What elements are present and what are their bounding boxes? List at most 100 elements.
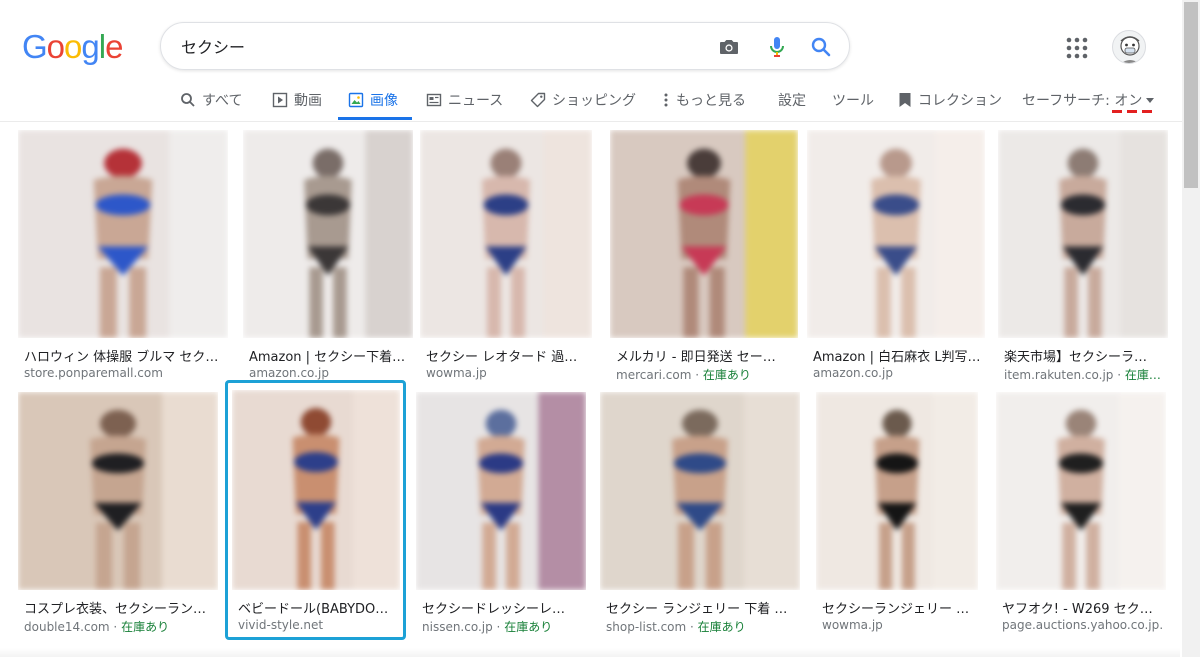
source-domain: mercari.com · [616,368,703,382]
result-source: amazon.co.jp [813,366,983,380]
source-domain: amazon.co.jp [249,366,329,380]
result-title[interactable]: メルカリ - 即日発送 セー… [616,346,796,365]
result-title[interactable]: コスプレ衣装、セクシーラン… [24,598,216,617]
result-source: store.ponparemall.com [24,366,226,380]
in-stock-badge: 在庫あり [697,620,746,634]
result-source: double14.com · 在庫あり [24,618,216,635]
in-stock-badge: 在庫あり [504,620,553,634]
logo-letter: g [81,28,99,65]
header-divider [0,121,1182,122]
image-result[interactable]: ハロウィン 体操服 ブルマ セク… store.ponparemall.com [18,130,228,386]
result-source: nissen.co.jp · 在庫あり [422,618,584,635]
result-source: mercari.com · 在庫あり [616,366,796,383]
scrollbar-thumb[interactable] [1184,2,1198,188]
tab-images[interactable]: 画像 [348,88,398,112]
source-domain: shop-list.com · [606,620,698,634]
safesearch-toggle[interactable]: セーフサーチ: オン [1022,88,1161,112]
search-box[interactable] [160,22,850,70]
source-domain: item.rakuten.co.jp · [1004,368,1125,382]
image-result[interactable]: セクシー ランジェリー 下着 … shop-list.com · 在庫あり [600,392,800,638]
image-icon [348,92,364,108]
account-avatar[interactable] [1112,30,1146,64]
camera-icon[interactable] [717,35,741,59]
result-thumbnail[interactable] [243,130,413,338]
search-icon [181,93,195,107]
tab-news[interactable]: ニュース [426,88,503,112]
tab-videos[interactable]: 動画 [272,88,322,112]
image-result[interactable]: コスプレ衣装、セクシーラン… double14.com · 在庫あり [18,392,218,638]
tab-label: もっと見る [676,93,746,109]
image-result[interactable]: Amazon | セクシー下着… amazon.co.jp [243,130,413,386]
result-source: wowma.jp [426,366,590,380]
result-title[interactable]: Amazon | 白石麻衣 L判写… [813,346,983,365]
logo-letter: o [64,28,82,65]
tab-tools[interactable]: ツール [832,88,874,112]
dropdown-arrow-icon [1146,98,1155,103]
logo-letter: e [105,28,123,65]
microphone-icon[interactable] [765,35,789,59]
result-thumbnail[interactable] [18,392,218,590]
result-thumbnail[interactable] [998,130,1168,338]
result-title[interactable]: 楽天市場】セクシーラ… [1004,346,1166,365]
logo-letter: G [22,28,48,65]
result-thumbnail[interactable] [610,130,798,338]
result-source: amazon.co.jp [249,366,411,380]
source-domain: amazon.co.jp [813,366,893,380]
tab-label: ニュース [448,93,504,109]
result-title[interactable]: ヤフオク! - W269 セクシ… [1002,598,1164,617]
search-input[interactable] [181,33,701,59]
result-thumbnail[interactable] [816,392,978,590]
tab-label: 動画 [294,93,322,109]
result-source: wowma.jp [822,618,976,632]
source-domain: nissen.co.jp · [422,620,505,634]
tab-label: 画像 [370,93,398,109]
highlight-frame [225,380,406,640]
image-result[interactable]: セクシードレッシーレ… nissen.co.jp · 在庫あり [416,392,586,638]
safesearch-label: セーフサーチ: オン [1022,93,1143,109]
tab-label: コレクション [918,93,1002,109]
tab-label: すべて [202,93,243,109]
result-thumbnail[interactable] [600,392,800,590]
source-domain: store.ponparemall.com [24,366,163,380]
tab-collections[interactable]: コレクション [898,88,1002,112]
tab-label: ツール [832,93,874,109]
image-result[interactable]: セクシー レオタード 過… wowma.jp [420,130,592,386]
result-thumbnail[interactable] [807,130,985,338]
google-logo[interactable]: Google [22,28,123,66]
tab-shopping[interactable]: ショッピング [530,88,636,112]
image-result[interactable]: 楽天市場】セクシーラ… item.rakuten.co.jp · 在庫… [998,130,1168,386]
result-title[interactable]: セクシー ランジェリー 下着 … [606,598,798,617]
news-icon [426,93,442,107]
result-title[interactable]: セクシーランジェリー … [822,598,976,617]
image-result[interactable]: Amazon | 白石麻衣 L判写… amazon.co.jp [807,130,985,386]
result-thumbnail[interactable] [416,392,586,590]
image-result[interactable]: ヤフオク! - W269 セクシ… page.auctions.yahoo.co.… [996,392,1166,638]
result-title[interactable]: セクシー レオタード 過… [426,346,590,365]
result-source: shop-list.com · 在庫あり [606,618,798,635]
source-domain: wowma.jp [426,366,487,380]
apps-grid-icon[interactable] [1066,37,1088,59]
search-icon[interactable] [809,35,833,59]
tab-more[interactable]: もっと見る [662,88,746,112]
result-thumbnail[interactable] [18,130,228,338]
source-domain: wowma.jp [822,618,883,632]
result-title[interactable]: ハロウィン 体操服 ブルマ セク… [24,346,226,365]
bottom-edge [0,648,1180,657]
in-stock-badge: 在庫… [1124,368,1161,382]
result-thumbnail[interactable] [420,130,592,338]
result-title[interactable]: Amazon | セクシー下着… [249,346,411,365]
result-source: item.rakuten.co.jp · 在庫… [1004,366,1166,383]
source-domain: page.auctions.yahoo.co.jp… [1002,618,1164,632]
bookmark-icon [899,93,911,107]
in-stock-badge: 在庫あり [702,368,751,382]
tab-label: 設定 [778,93,806,109]
active-tab-indicator [338,117,412,120]
image-result[interactable]: メルカリ - 即日発送 セー… mercari.com · 在庫あり [610,130,798,386]
tab-all[interactable]: すべて [180,88,242,112]
image-result[interactable]: セクシーランジェリー … wowma.jp [816,392,978,638]
result-thumbnail[interactable] [996,392,1166,590]
tab-settings[interactable]: 設定 [778,88,806,112]
tag-icon [530,92,546,108]
result-title[interactable]: セクシードレッシーレ… [422,598,584,617]
logo-letter: o [46,28,65,65]
